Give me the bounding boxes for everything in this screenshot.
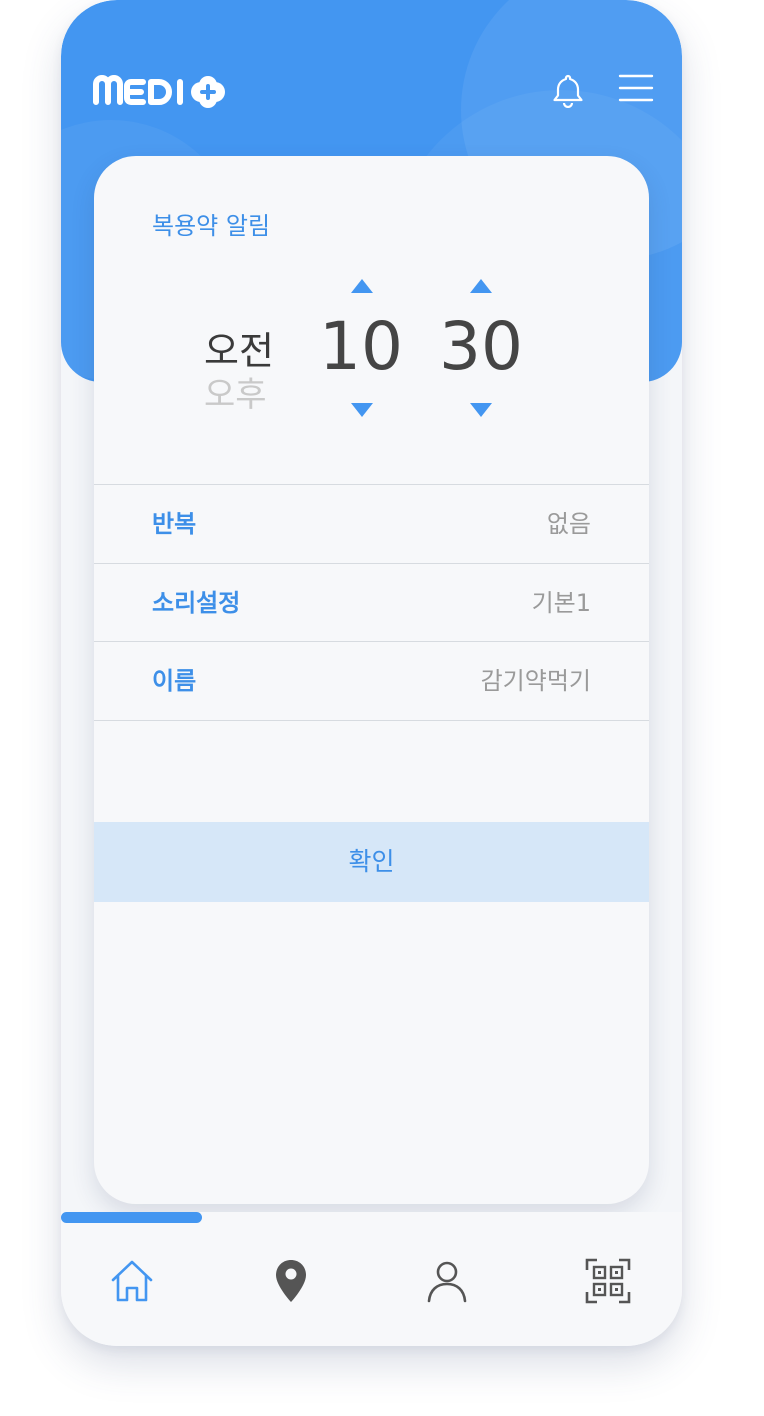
active-tab-indicator [61,1212,202,1223]
period-option[interactable]: 오후 [204,374,267,416]
hour-down-arrow-icon[interactable] [350,402,374,418]
hour-up-arrow-icon[interactable] [350,278,374,294]
alarm-card: 복용약 알림 오전 오후 10 30 반복 없음 소리설정 기본1 이름 감기약… [94,156,649,1204]
phone-frame: 복용약 알림 오전 오후 10 30 반복 없음 소리설정 기본1 이름 감기약… [61,0,682,1346]
minute-up-arrow-icon[interactable] [469,278,493,294]
bottom-tab-bar [61,1212,682,1346]
setting-row-name[interactable]: 이름 감기약먹기 [94,641,649,720]
hour-value[interactable]: 10 [301,307,421,387]
home-icon[interactable] [107,1256,157,1306]
setting-row-repeat[interactable]: 반복 없음 [94,484,649,563]
period-selected[interactable]: 오전 [204,328,274,374]
card-title: 복용약 알림 [152,212,271,240]
confirm-button[interactable]: 확인 [94,822,649,902]
qr-code-icon[interactable] [583,1256,633,1306]
setting-label: 소리설정 [152,589,241,617]
profile-icon[interactable] [422,1256,472,1306]
setting-row-sound[interactable]: 소리설정 기본1 [94,563,649,642]
setting-value: 기본1 [531,589,591,617]
location-pin-icon[interactable] [266,1256,316,1306]
minute-value[interactable]: 30 [421,307,541,387]
divider [94,720,649,721]
medi-logo-icon [93,75,225,108]
setting-value: 감기약먹기 [480,667,591,695]
setting-value: 없음 [546,510,591,538]
setting-label: 반복 [152,510,197,538]
menu-icon[interactable] [618,72,654,104]
bell-icon[interactable] [551,72,585,109]
minute-down-arrow-icon[interactable] [469,402,493,418]
setting-label: 이름 [152,667,197,695]
app-logo [91,70,231,110]
